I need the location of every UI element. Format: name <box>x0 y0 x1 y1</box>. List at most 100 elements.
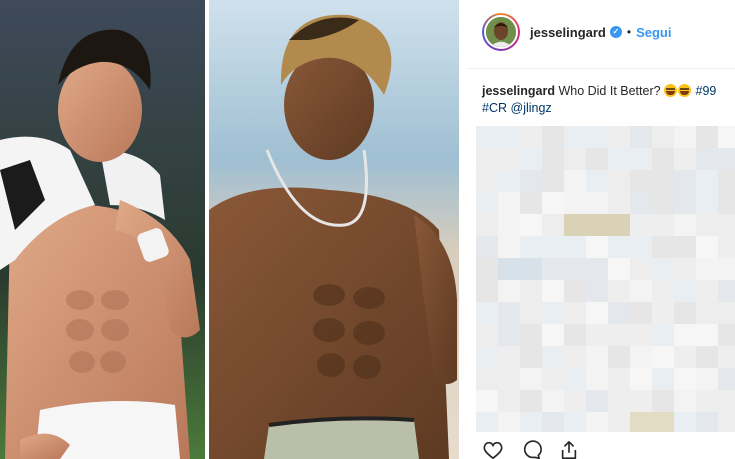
photo-right-image <box>209 0 459 459</box>
blur-block <box>652 236 674 258</box>
blur-block <box>586 346 608 368</box>
blur-block <box>718 236 735 258</box>
caption-text: Who Did It Better? <box>558 84 661 98</box>
blur-block <box>542 280 564 302</box>
blur-block <box>542 126 564 148</box>
blur-block <box>718 368 735 390</box>
blur-block <box>696 126 718 148</box>
blur-block <box>498 280 520 302</box>
blur-block <box>608 170 630 192</box>
blur-block <box>696 302 718 324</box>
blur-block <box>542 214 564 236</box>
blur-block <box>696 390 718 412</box>
blur-block <box>586 258 608 280</box>
blur-block <box>696 192 718 214</box>
blur-block <box>674 302 696 324</box>
follow-button[interactable]: Segui <box>636 25 671 40</box>
username-link[interactable]: jesselingard <box>530 25 606 40</box>
blur-block <box>696 346 718 368</box>
photo-left-player <box>0 0 205 459</box>
avatar[interactable] <box>482 13 520 51</box>
blur-block <box>652 170 674 192</box>
post-photo[interactable] <box>0 0 459 459</box>
blur-block <box>586 236 608 258</box>
blur-block <box>696 258 718 280</box>
blur-block <box>718 192 735 214</box>
hashtag-link[interactable]: #CR <box>482 101 507 115</box>
blur-block <box>564 368 586 390</box>
share-icon[interactable] <box>558 440 580 459</box>
blur-block <box>498 170 520 192</box>
blur-block <box>718 126 735 148</box>
blur-block <box>564 192 586 214</box>
blur-block <box>586 280 608 302</box>
photo-right-player <box>209 0 459 459</box>
mention-link[interactable]: @jlingz <box>511 101 552 115</box>
blur-block <box>476 214 498 236</box>
hashtag-link[interactable]: #99 <box>696 84 717 98</box>
blur-block <box>542 368 564 390</box>
blur-block <box>476 236 498 258</box>
post-actions <box>482 440 580 459</box>
blur-block <box>520 148 542 170</box>
blur-block <box>630 346 652 368</box>
blur-block <box>630 148 652 170</box>
blur-block <box>542 324 564 346</box>
blur-block <box>542 258 564 280</box>
blur-block <box>630 302 652 324</box>
blur-block <box>696 214 718 236</box>
post-sidebar: jesselingard ✓ • Segui jesselingard Who … <box>468 0 735 459</box>
blur-block <box>718 346 735 368</box>
blur-block <box>542 236 564 258</box>
blur-block <box>630 280 652 302</box>
avatar-image <box>484 15 518 49</box>
blur-block <box>520 390 542 412</box>
blur-block <box>564 170 586 192</box>
blur-block <box>630 390 652 412</box>
comment-icon[interactable] <box>520 440 542 459</box>
blur-block <box>564 280 586 302</box>
header-divider <box>468 68 735 69</box>
blur-block <box>542 170 564 192</box>
heart-icon[interactable] <box>482 440 504 459</box>
blur-block <box>718 258 735 280</box>
blur-block <box>674 258 696 280</box>
blur-block <box>608 390 630 412</box>
blur-block <box>652 258 674 280</box>
blur-block <box>718 148 735 170</box>
blurred-comments <box>476 126 735 432</box>
caption-username[interactable]: jesselingard <box>482 84 555 98</box>
blur-block <box>498 346 520 368</box>
blur-block <box>564 346 586 368</box>
blur-block <box>476 126 498 148</box>
blur-block <box>498 302 520 324</box>
blur-block <box>608 258 630 280</box>
blur-block <box>696 324 718 346</box>
blur-block <box>696 170 718 192</box>
blur-block <box>674 148 696 170</box>
blur-block <box>476 346 498 368</box>
blur-block <box>674 214 696 236</box>
blur-block <box>542 148 564 170</box>
blur-block <box>498 412 520 432</box>
blur-block <box>652 412 674 432</box>
blur-block <box>586 412 608 432</box>
blur-block <box>520 280 542 302</box>
blur-block <box>564 236 586 258</box>
laughing-emoji-icon <box>678 84 692 97</box>
blur-block <box>608 346 630 368</box>
blur-block <box>586 170 608 192</box>
blur-block <box>696 412 718 432</box>
blur-block <box>498 368 520 390</box>
blur-block <box>718 390 735 412</box>
blur-block <box>498 148 520 170</box>
blur-block <box>586 214 608 236</box>
blur-block <box>652 390 674 412</box>
blur-block <box>696 368 718 390</box>
blur-block <box>476 148 498 170</box>
blur-block <box>718 170 735 192</box>
blur-block <box>630 368 652 390</box>
blur-block <box>520 214 542 236</box>
blur-block <box>608 302 630 324</box>
blur-block <box>542 390 564 412</box>
